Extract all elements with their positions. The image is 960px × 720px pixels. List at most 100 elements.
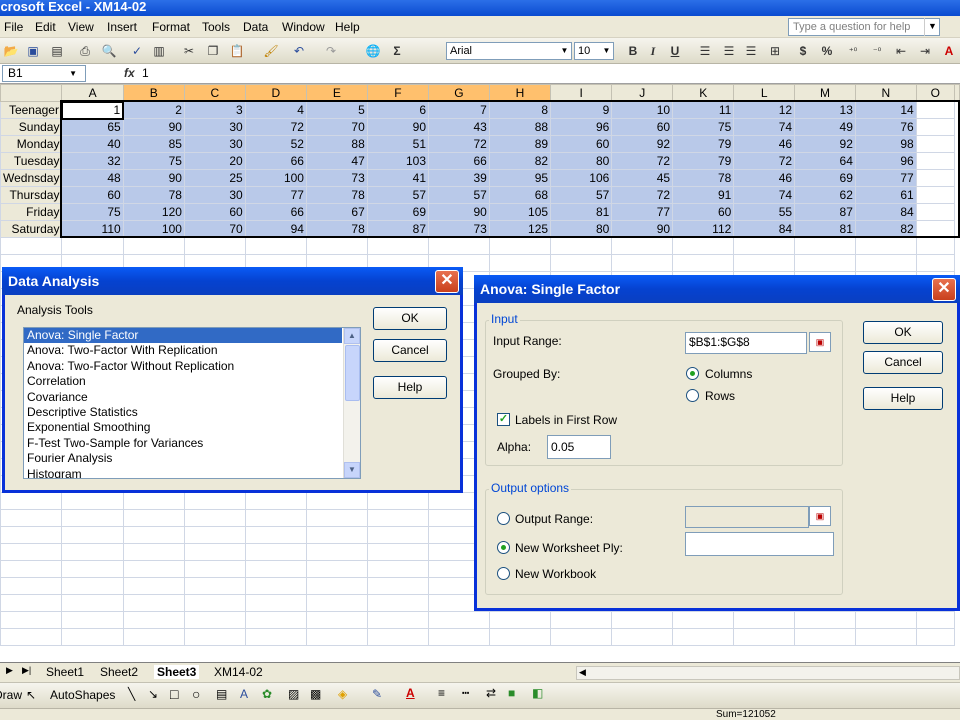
column-header[interactable]: E: [305, 84, 368, 102]
decrease-decimal-icon[interactable]: ⁻⁰: [868, 42, 886, 60]
cell[interactable]: 73: [305, 169, 368, 187]
cell[interactable]: [733, 628, 796, 646]
tab-sheet1[interactable]: Sheet1: [46, 665, 84, 679]
cell[interactable]: [794, 237, 856, 255]
cell[interactable]: 8: [488, 101, 552, 119]
output-range-field[interactable]: [685, 506, 809, 528]
cell[interactable]: [61, 237, 124, 255]
row-label-cell[interactable]: Monday: [0, 135, 63, 153]
row-label-cell[interactable]: Wednsday: [0, 169, 63, 187]
cell[interactable]: 6: [366, 101, 430, 119]
menu-window[interactable]: Window: [282, 20, 325, 34]
cell[interactable]: 39: [428, 169, 490, 187]
menu-file[interactable]: File: [4, 20, 23, 34]
menu-insert[interactable]: Insert: [107, 20, 137, 34]
menu-view[interactable]: View: [68, 20, 94, 34]
line-color-icon[interactable]: ✎: [372, 687, 382, 701]
cell[interactable]: [305, 492, 368, 510]
grouped-columns-label[interactable]: Columns: [705, 367, 752, 381]
cell[interactable]: [61, 543, 124, 561]
save-icon[interactable]: ▣: [24, 42, 42, 60]
list-item[interactable]: Histogram: [24, 467, 342, 478]
open-icon[interactable]: 📂: [2, 42, 20, 60]
cell[interactable]: 69: [366, 203, 430, 221]
cell[interactable]: [915, 237, 956, 255]
cell[interactable]: 11: [672, 101, 735, 119]
cell[interactable]: [611, 237, 674, 255]
cell[interactable]: [428, 628, 490, 646]
cell[interactable]: [183, 560, 246, 578]
list-scrollbar[interactable]: ▲ ▼: [343, 328, 360, 478]
format-painter-icon[interactable]: 🖌: [262, 42, 280, 60]
cell[interactable]: 110: [61, 220, 124, 238]
cell[interactable]: [305, 577, 368, 595]
anova-help-button[interactable]: Help: [863, 387, 943, 410]
cell[interactable]: 40: [61, 135, 124, 153]
cell[interactable]: 81: [794, 220, 856, 238]
cell[interactable]: 88: [488, 118, 552, 136]
cell[interactable]: [915, 254, 956, 272]
hyperlink-icon[interactable]: 🌐: [364, 42, 382, 60]
cell[interactable]: [428, 611, 490, 629]
cell[interactable]: 13: [794, 101, 856, 119]
cell[interactable]: [305, 237, 368, 255]
alpha-field[interactable]: 0.05: [547, 435, 611, 459]
row-label-cell[interactable]: [0, 577, 63, 595]
scroll-down-icon[interactable]: ▼: [344, 462, 360, 478]
wordart-icon[interactable]: A: [240, 687, 248, 701]
cell[interactable]: 78: [305, 186, 368, 204]
cell[interactable]: 72: [611, 186, 674, 204]
cell[interactable]: 55: [733, 203, 796, 221]
cell[interactable]: [244, 611, 307, 629]
cell[interactable]: [672, 611, 735, 629]
cell[interactable]: 80: [550, 152, 613, 170]
corner-cell[interactable]: [0, 84, 63, 102]
cell[interactable]: [672, 254, 735, 272]
font-name-select[interactable]: Arial ▼: [446, 42, 572, 60]
list-item[interactable]: Fourier Analysis: [24, 451, 342, 466]
cell[interactable]: [672, 628, 735, 646]
cell[interactable]: [428, 237, 490, 255]
cell[interactable]: [122, 628, 185, 646]
output-range-label[interactable]: Output Range:: [515, 512, 593, 526]
row-label-cell[interactable]: [0, 543, 63, 561]
row-label-cell[interactable]: [0, 237, 63, 255]
help-question-input[interactable]: Type a question for help: [788, 18, 940, 36]
row-label-cell[interactable]: Thursday: [0, 186, 63, 204]
cell[interactable]: 60: [183, 203, 246, 221]
scroll-left-icon[interactable]: ◀: [579, 667, 586, 678]
cell[interactable]: 66: [244, 203, 307, 221]
cell[interactable]: [61, 526, 124, 544]
cell[interactable]: [122, 237, 185, 255]
cell[interactable]: 43: [428, 118, 490, 136]
grouped-rows-radio[interactable]: [686, 389, 699, 402]
row-label-cell[interactable]: [0, 628, 63, 646]
cell[interactable]: 72: [611, 152, 674, 170]
cell[interactable]: 96: [550, 118, 613, 136]
cell[interactable]: 120: [122, 203, 185, 221]
cell[interactable]: 73: [428, 220, 490, 238]
list-item[interactable]: Anova: Single Factor: [24, 328, 343, 345]
redo-icon[interactable]: ↷: [322, 42, 340, 60]
grouped-rows-label[interactable]: Rows: [705, 389, 735, 403]
data-analysis-help-button[interactable]: Help: [373, 376, 447, 399]
cell[interactable]: 46: [733, 169, 796, 187]
copy-icon[interactable]: ❐: [204, 42, 222, 60]
cell[interactable]: 57: [428, 186, 490, 204]
column-header[interactable]: J: [611, 84, 674, 102]
cell[interactable]: 64: [794, 152, 856, 170]
cell[interactable]: 75: [672, 118, 735, 136]
cell[interactable]: [366, 628, 430, 646]
paste-icon[interactable]: 📋: [228, 42, 246, 60]
cell[interactable]: [794, 628, 856, 646]
row-label-cell[interactable]: Teenager: [0, 101, 63, 119]
cell[interactable]: [915, 135, 956, 153]
print-preview-icon[interactable]: 🔍: [100, 42, 118, 60]
cell[interactable]: [550, 628, 613, 646]
row-label-cell[interactable]: Saturday: [0, 220, 63, 238]
cell[interactable]: [183, 237, 246, 255]
cell[interactable]: 74: [733, 186, 796, 204]
list-item[interactable]: Descriptive Statistics: [24, 405, 342, 420]
cell[interactable]: [305, 543, 368, 561]
cell[interactable]: 94: [244, 220, 307, 238]
